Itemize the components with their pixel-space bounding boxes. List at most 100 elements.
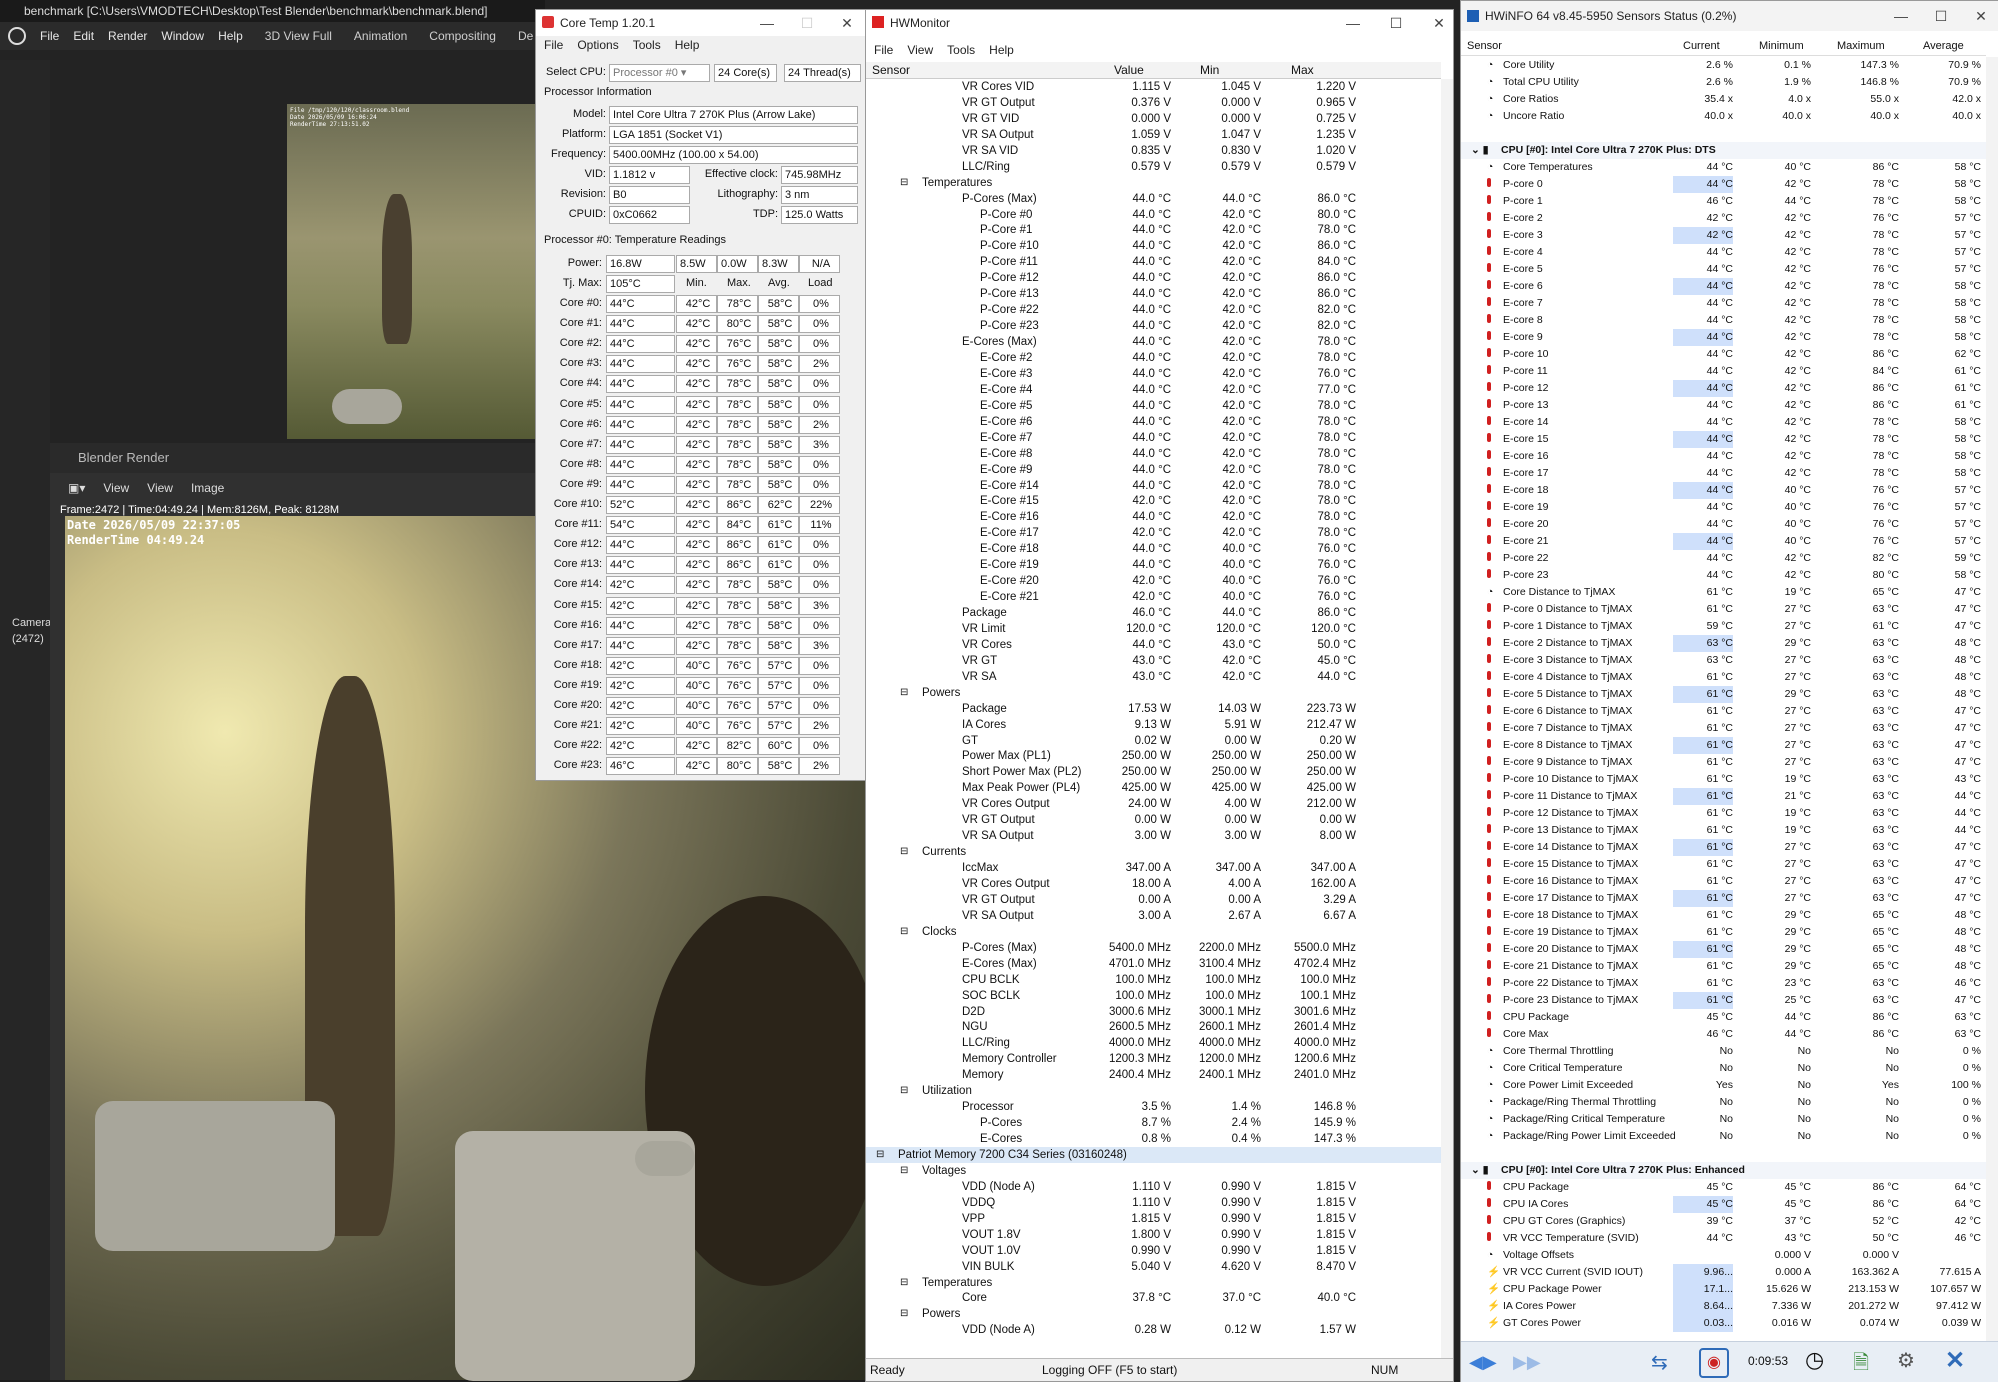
sensor-row[interactable]: E-core 21 44 °C 40 °C 76 °C 57 °C bbox=[1461, 533, 1986, 550]
hw-sensor-row[interactable]: E-Core #14 44.0 °C 42.0 °C 78.0 °C bbox=[866, 478, 1441, 494]
settings-icon[interactable]: ⚙ bbox=[1897, 1348, 1915, 1373]
hw-sensor-row[interactable]: E-Core #16 44.0 °C 42.0 °C 78.0 °C bbox=[866, 509, 1441, 525]
sensor-row[interactable]: ◔ Core Temperatures 44 °C 40 °C 86 °C 58 °C bbox=[1461, 159, 1986, 176]
hw-sensor-row[interactable]: E-Core #5 44.0 °C 42.0 °C 78.0 °C bbox=[866, 398, 1441, 414]
sensor-row[interactable]: E-core 3 Distance to TjMAX 63 °C 27 °C 63 °… bbox=[1461, 652, 1986, 669]
sensor-row[interactable]: P-core 11 Distance to TjMAX 61 °C 21 °C 63 … bbox=[1461, 788, 1986, 805]
hw-sensor-row[interactable]: P-Core #1 44.0 °C 42.0 °C 78.0 °C bbox=[866, 222, 1441, 238]
hw-sensor-row[interactable]: GT 0.02 W 0.00 W 0.20 W bbox=[866, 733, 1441, 749]
hw-sensor-row[interactable]: D2D 3000.6 MHz 3000.1 MHz 3001.6 MHz bbox=[866, 1004, 1441, 1020]
render-view-menu[interactable]: View bbox=[103, 481, 129, 495]
hw-sensor-row[interactable]: Core 37.8 °C 37.0 °C 40.0 °C bbox=[866, 1290, 1441, 1306]
hw-sensor-row[interactable]: VR SA Output 3.00 W 3.00 W 8.00 W bbox=[866, 828, 1441, 844]
sensor-row[interactable]: E-core 20 44 °C 40 °C 76 °C 57 °C bbox=[1461, 516, 1986, 533]
sensor-row[interactable]: E-core 7 44 °C 42 °C 78 °C 58 °C bbox=[1461, 295, 1986, 312]
sensor-row[interactable]: P-core 0 Distance to TjMAX 61 °C 27 °C 63 °… bbox=[1461, 601, 1986, 618]
sensor-row[interactable]: E-core 19 44 °C 40 °C 76 °C 57 °C bbox=[1461, 499, 1986, 516]
menu-help[interactable]: Help bbox=[675, 36, 700, 54]
sensor-row[interactable]: CPU GT Cores (Graphics) 39 °C 37 °C 52 °C 42… bbox=[1461, 1213, 1986, 1230]
sensor-row[interactable]: E-core 19 Distance to TjMAX 61 °C 29 °C 65 … bbox=[1461, 924, 1986, 941]
nav-right-icon[interactable]: ▶▶ bbox=[1513, 1352, 1541, 1373]
hw-sensor-row[interactable]: P-Core #12 44.0 °C 42.0 °C 86.0 °C bbox=[866, 270, 1441, 286]
tab-compositing[interactable]: Compositing bbox=[429, 29, 496, 43]
hw-sensor-row[interactable]: E-Core #9 44.0 °C 42.0 °C 78.0 °C bbox=[866, 462, 1441, 478]
hw-sensor-row[interactable]: E-Core #20 42.0 °C 40.0 °C 76.0 °C bbox=[866, 573, 1441, 589]
hw-sensor-row[interactable]: Memory Controller 1200.3 MHz 1200.0 MHz 120… bbox=[866, 1051, 1441, 1067]
collapse-icon[interactable]: ⊟ bbox=[900, 1275, 908, 1291]
sensor-row[interactable]: P-core 11 44 °C 42 °C 84 °C 61 °C bbox=[1461, 363, 1986, 380]
sensor-row[interactable]: P-core 12 Distance to TjMAX 61 °C 19 °C 63 … bbox=[1461, 805, 1986, 822]
col-sensor[interactable]: Sensor bbox=[872, 62, 910, 78]
sensor-row[interactable]: P-core 0 44 °C 42 °C 78 °C 58 °C bbox=[1461, 176, 1986, 193]
nav-left-icon[interactable]: ◀▶ bbox=[1469, 1352, 1497, 1373]
sensor-row[interactable]: P-core 1 46 °C 44 °C 78 °C 58 °C bbox=[1461, 193, 1986, 210]
hw-sensor-row[interactable]: P-Core #22 44.0 °C 42.0 °C 82.0 °C bbox=[866, 302, 1441, 318]
sensor-row[interactable]: ◔ Core Thermal Throttling No No No 0 % bbox=[1461, 1043, 1986, 1060]
hw-sensor-row[interactable]: ⊟ Temperatures bbox=[866, 175, 1441, 191]
hw-sensor-row[interactable]: P-Core #10 44.0 °C 42.0 °C 86.0 °C bbox=[866, 238, 1441, 254]
menu-file[interactable]: File bbox=[544, 36, 563, 54]
sensor-row[interactable]: ◔ Core Ratios 35.4 x 4.0 x 55.0 x 42.0 x bbox=[1461, 91, 1986, 108]
hw-sensor-row[interactable]: LLC/Ring 4000.0 MHz 4000.0 MHz 4000.0 MHz bbox=[866, 1035, 1441, 1051]
hw-sensor-row[interactable]: ⊟ Clocks bbox=[866, 924, 1441, 940]
hw-sensor-row[interactable]: ⊟ Currents bbox=[866, 844, 1441, 860]
sensor-row[interactable]: P-core 10 Distance to TjMAX 61 °C 19 °C 63 … bbox=[1461, 771, 1986, 788]
hw-sensor-row[interactable]: P-Core #23 44.0 °C 42.0 °C 82.0 °C bbox=[866, 318, 1441, 334]
tab-de[interactable]: De bbox=[518, 29, 533, 43]
sensor-row[interactable]: E-core 16 44 °C 42 °C 78 °C 58 °C bbox=[1461, 448, 1986, 465]
monitor-cpu-icon[interactable]: ◉ bbox=[1699, 1348, 1729, 1378]
hw-sensor-row[interactable]: E-Core #4 44.0 °C 42.0 °C 77.0 °C bbox=[866, 382, 1441, 398]
hw-sensor-row[interactable]: NGU 2600.5 MHz 2600.1 MHz 2601.4 MHz bbox=[866, 1019, 1441, 1035]
sensor-row[interactable]: E-core 17 44 °C 42 °C 78 °C 58 °C bbox=[1461, 465, 1986, 482]
collapse-icon[interactable]: ⊟ bbox=[900, 924, 908, 940]
sensor-row[interactable]: P-core 1 Distance to TjMAX 59 °C 27 °C 61 °… bbox=[1461, 618, 1986, 635]
hw-sensor-row[interactable]: VR SA Output 3.00 A 2.67 A 6.67 A bbox=[866, 908, 1441, 924]
collapse-icon[interactable]: ⊟ bbox=[900, 844, 908, 860]
hw-sensor-row[interactable]: ⊟ Temperatures bbox=[866, 1275, 1441, 1291]
menu-view[interactable]: View bbox=[907, 41, 933, 59]
sensor-row[interactable]: E-core 17 Distance to TjMAX 61 °C 27 °C 63 … bbox=[1461, 890, 1986, 907]
maximize-icon[interactable]: ☐ bbox=[792, 10, 822, 36]
sensor-row[interactable]: E-core 20 Distance to TjMAX 61 °C 29 °C 65 … bbox=[1461, 941, 1986, 958]
minimize-icon[interactable]: — bbox=[1338, 10, 1368, 36]
hw-sensor-row[interactable]: LLC/Ring 0.579 V 0.579 V 0.579 V bbox=[866, 159, 1441, 175]
sensor-row[interactable]: E-core 5 Distance to TjMAX 61 °C 29 °C 63 °… bbox=[1461, 686, 1986, 703]
collapse-icon[interactable]: ⊟ bbox=[900, 685, 908, 701]
sensor-row[interactable]: ◔ Package/Ring Thermal Throttling No No No 0 … bbox=[1461, 1094, 1986, 1111]
sensor-row[interactable]: P-core 22 44 °C 42 °C 82 °C 59 °C bbox=[1461, 550, 1986, 567]
hw-sensor-row[interactable]: E-Core #8 44.0 °C 42.0 °C 78.0 °C bbox=[866, 446, 1441, 462]
hw-sensor-row[interactable]: Memory 2400.4 MHz 2400.1 MHz 2401.0 MHz bbox=[866, 1067, 1441, 1083]
minimize-icon[interactable]: — bbox=[1886, 1, 1916, 31]
col-sensor[interactable]: Sensor bbox=[1467, 37, 1502, 55]
menu-help[interactable]: Help bbox=[989, 41, 1014, 59]
menu-file[interactable]: File bbox=[40, 29, 59, 43]
sensor-row[interactable]: E-core 6 44 °C 42 °C 78 °C 58 °C bbox=[1461, 278, 1986, 295]
menu-file[interactable]: File bbox=[874, 41, 893, 59]
sensor-row[interactable]: P-core 13 44 °C 42 °C 86 °C 61 °C bbox=[1461, 397, 1986, 414]
hw-sensor-row[interactable]: VIN BULK 5.040 V 4.620 V 8.470 V bbox=[866, 1259, 1441, 1275]
hw-sensor-row[interactable]: VR GT VID 0.000 V 0.000 V 0.725 V bbox=[866, 111, 1441, 127]
hw-sensor-row[interactable]: E-Core #21 42.0 °C 40.0 °C 76.0 °C bbox=[866, 589, 1441, 605]
hw-sensor-row[interactable]: VR Cores VID 1.115 V 1.045 V 1.220 V bbox=[866, 79, 1441, 95]
sensor-row[interactable]: ⚡ GT Cores Power 0.03... 0.016 W 0.074 W 0.03… bbox=[1461, 1315, 1986, 1332]
hw-sensor-row[interactable]: VR Cores Output 18.00 A 4.00 A 162.00 A bbox=[866, 876, 1441, 892]
sensor-row[interactable]: CPU IA Cores 45 °C 45 °C 86 °C 64 °C bbox=[1461, 1196, 1986, 1213]
sensor-row[interactable]: CPU Package 45 °C 44 °C 86 °C 63 °C bbox=[1461, 1009, 1986, 1026]
hw-sensor-row[interactable]: E-Core #3 44.0 °C 42.0 °C 76.0 °C bbox=[866, 366, 1441, 382]
sensor-row[interactable]: E-core 2 42 °C 42 °C 76 °C 57 °C bbox=[1461, 210, 1986, 227]
maximize-icon[interactable]: ☐ bbox=[1926, 1, 1956, 31]
hw-sensor-row[interactable]: VR GT 43.0 °C 42.0 °C 45.0 °C bbox=[866, 653, 1441, 669]
sensor-row[interactable]: P-core 22 Distance to TjMAX 61 °C 23 °C 63 … bbox=[1461, 975, 1986, 992]
hw-sensor-row[interactable]: CPU BCLK 100.0 MHz 100.0 MHz 100.0 MHz bbox=[866, 972, 1441, 988]
hw-sensor-row[interactable]: E-Core #7 44.0 °C 42.0 °C 78.0 °C bbox=[866, 430, 1441, 446]
hw-sensor-row[interactable]: VDD (Node A) 0.28 W 0.12 W 1.57 W bbox=[866, 1322, 1441, 1338]
menu-window[interactable]: Window bbox=[161, 29, 204, 43]
hw-sensor-row[interactable]: E-Core #6 44.0 °C 42.0 °C 78.0 °C bbox=[866, 414, 1441, 430]
sensor-row[interactable]: E-core 2 Distance to TjMAX 63 °C 29 °C 63 °… bbox=[1461, 635, 1986, 652]
minimize-icon[interactable]: — bbox=[752, 10, 782, 36]
select-cpu-dropdown[interactable]: Processor #0 ▾ bbox=[609, 64, 710, 82]
hw-sensor-row[interactable]: P-Core #11 44.0 °C 42.0 °C 84.0 °C bbox=[866, 254, 1441, 270]
sensor-row[interactable]: ◔ Uncore Ratio 40.0 x 40.0 x 40.0 x 40.0 x bbox=[1461, 108, 1986, 125]
hw-sensor-row[interactable]: VR GT Output 0.00 A 0.00 A 3.29 A bbox=[866, 892, 1441, 908]
render-view-menu-2[interactable]: View bbox=[147, 481, 173, 495]
